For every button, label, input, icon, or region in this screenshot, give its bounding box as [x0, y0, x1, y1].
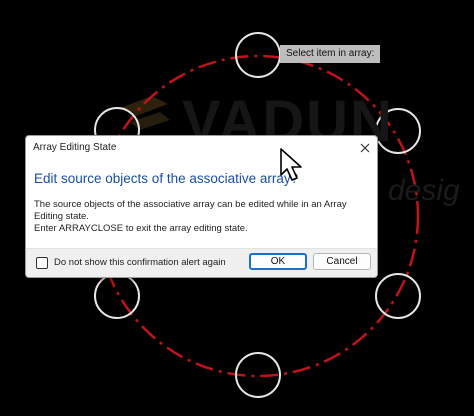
watermark-sub-text: desig — [388, 174, 460, 207]
ok-button[interactable]: OK — [249, 253, 307, 270]
array-item-grip[interactable] — [235, 32, 281, 78]
array-editing-dialog: Array Editing State Edit source objects … — [25, 135, 378, 278]
close-icon — [360, 143, 370, 153]
dialog-heading: Edit source objects of the associative a… — [34, 171, 299, 186]
dialog-titlebar[interactable]: Array Editing State — [26, 136, 377, 160]
message-line: The source objects of the associative ar… — [34, 199, 347, 222]
message-line: Enter ARRAYCLOSE to exit the array editi… — [34, 223, 248, 234]
dont-show-again-label[interactable]: Do not show this confirmation alert agai… — [54, 257, 226, 268]
dialog-footer: Do not show this confirmation alert agai… — [26, 248, 377, 277]
mouse-pointer-icon — [280, 148, 302, 181]
array-item-grip[interactable] — [94, 273, 140, 319]
cancel-button[interactable]: Cancel — [313, 253, 371, 270]
close-button[interactable] — [355, 138, 375, 158]
dont-show-again-checkbox[interactable] — [36, 257, 48, 269]
dialog-title: Array Editing State — [33, 142, 117, 153]
command-tooltip: Select item in array: — [280, 45, 381, 63]
dialog-message: The source objects of the associative ar… — [34, 199, 369, 235]
